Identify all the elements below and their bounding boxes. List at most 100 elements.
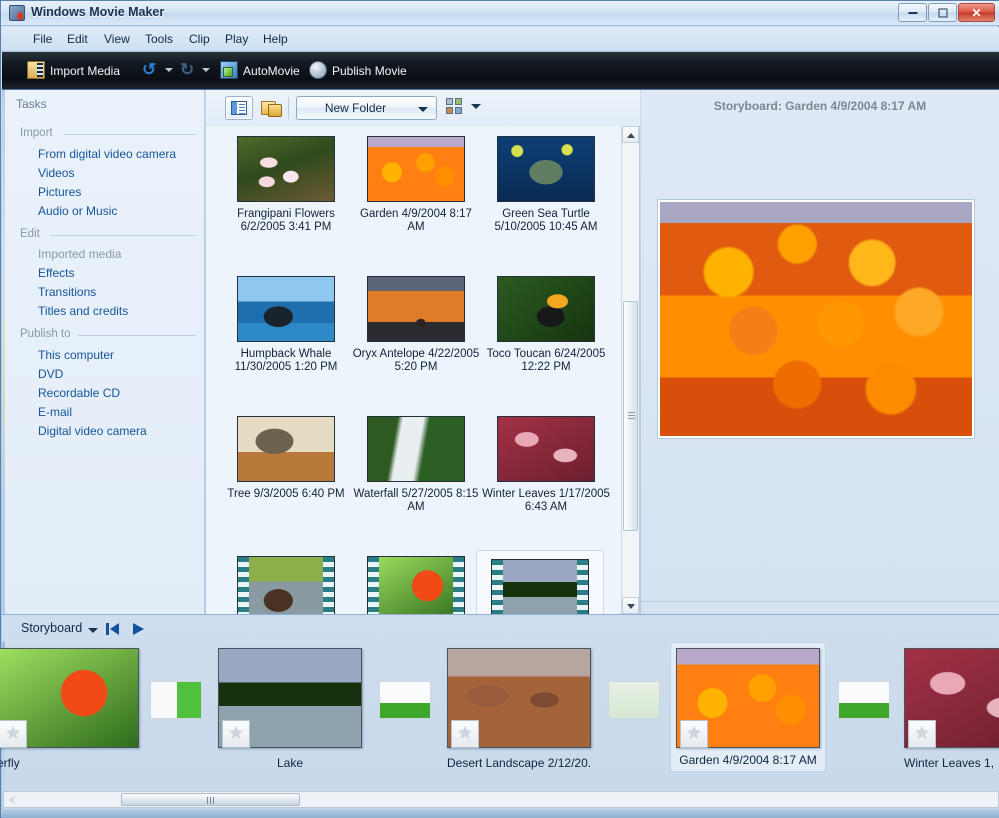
task-audio-or-music[interactable]: Audio or Music — [38, 204, 117, 218]
menu-help[interactable]: Help — [256, 31, 295, 48]
scroll-up-arrow-icon[interactable] — [622, 126, 639, 143]
storyboard-horizontal-scrollbar[interactable] — [3, 791, 999, 808]
media-name: Winter Leaves 1/17/2005 — [482, 488, 610, 500]
menu-view[interactable]: View — [97, 31, 137, 48]
clip-effect-star-icon[interactable]: ★ — [0, 720, 27, 748]
media-item[interactable]: Tree 9/3/2005 6:40 PM — [222, 416, 350, 501]
minimize-button[interactable] — [898, 3, 927, 22]
media-item[interactable] — [222, 556, 350, 614]
import-media-button[interactable]: Import Media — [50, 60, 120, 82]
clip-caption: Desert Landscape 2/12/20... — [447, 756, 591, 770]
media-date: 5/10/2005 10:45 AM — [495, 221, 598, 233]
clip-effect-star-icon[interactable]: ★ — [451, 720, 479, 748]
task-e-mail[interactable]: E-mail — [38, 405, 72, 419]
media-item[interactable]: Humpback Whale11/30/2005 1:20 PM — [222, 276, 350, 374]
publish-movie-button[interactable]: Publish Movie — [332, 60, 407, 82]
thumbnail-wrap — [367, 136, 465, 202]
menu-clip[interactable]: Clip — [182, 31, 217, 48]
view-dropdown-icon[interactable] — [471, 104, 481, 109]
play-storyboard-icon[interactable] — [133, 623, 144, 635]
group-rule-publish — [78, 335, 196, 336]
thumbnail-wrap — [497, 136, 595, 202]
chevron-down-icon[interactable] — [88, 628, 98, 633]
clip-effect-star-icon[interactable]: ★ — [680, 720, 708, 748]
title-bar: Windows Movie Maker ✕ — [1, 1, 999, 26]
media-item[interactable] — [352, 556, 480, 614]
storyboard-transition[interactable] — [150, 681, 202, 719]
close-button[interactable]: ✕ — [958, 3, 995, 22]
thumbnail — [497, 136, 595, 202]
media-item[interactable]: Green Sea Turtle5/10/2005 10:45 AM — [482, 136, 610, 234]
thumbnail-wrap — [237, 136, 335, 202]
thumbnail — [367, 276, 465, 342]
task-pictures[interactable]: Pictures — [38, 185, 81, 199]
maximize-button[interactable] — [928, 3, 957, 22]
new-folder-icon[interactable] — [261, 98, 281, 117]
thumbnail — [367, 416, 465, 482]
scroll-left-arrow-icon[interactable] — [5, 793, 20, 806]
automovie-button[interactable]: AutoMovie — [243, 60, 300, 82]
media-name: Toco Toucan 6/24/2005 — [487, 348, 606, 360]
task-from-digital-video-camera[interactable]: From digital video camera — [38, 147, 176, 161]
film-strip-icon — [27, 61, 45, 79]
window-title: Windows Movie Maker — [31, 5, 164, 19]
preview-title: Storyboard: Garden 4/9/2004 8:17 AM — [641, 99, 999, 113]
task-imported-media[interactable]: Imported media — [38, 247, 121, 261]
media-date: 6/2/2005 3:41 PM — [241, 221, 332, 233]
media-date: AM — [407, 501, 424, 513]
chevron-down-icon — [418, 107, 428, 112]
clip-effect-star-icon[interactable]: ★ — [222, 720, 250, 748]
task-effects[interactable]: Effects — [38, 266, 74, 280]
folder-select[interactable]: New Folder — [296, 96, 437, 120]
storyboard-transition[interactable] — [838, 681, 890, 719]
menu-edit[interactable]: Edit — [60, 31, 95, 48]
view-options-icon[interactable] — [446, 98, 466, 116]
media-item[interactable]: Frangipani Flowers6/2/2005 3:41 PM — [222, 136, 350, 234]
storyboard-transition[interactable] — [379, 681, 431, 719]
task-recordable-cd[interactable]: Recordable CD — [38, 386, 120, 400]
menu-play[interactable]: Play — [218, 31, 255, 48]
undo-arrow-icon[interactable]: ↺ — [142, 62, 156, 78]
media-scrollbar[interactable] — [621, 126, 638, 614]
redo-dropdown-icon[interactable] — [202, 68, 210, 72]
redo-arrow-icon[interactable]: ↻ — [180, 62, 194, 78]
media-caption: Frangipani Flowers6/2/2005 3:41 PM — [222, 208, 350, 234]
task-digital-video-camera[interactable]: Digital video camera — [38, 424, 147, 438]
storyboard-mode-label[interactable]: Storyboard — [21, 621, 82, 635]
thumbnail-wrap — [237, 416, 335, 482]
undo-dropdown-icon[interactable] — [165, 68, 173, 72]
storyboard-transition[interactable] — [608, 681, 660, 719]
app-window: Windows Movie Maker ✕ File Edit View Too… — [0, 0, 999, 818]
media-item[interactable]: Winter Leaves 1/17/20056:43 AM — [482, 416, 610, 514]
scrollbar-thumb[interactable] — [623, 301, 638, 531]
menu-tools[interactable]: Tools — [138, 31, 180, 48]
view-quad-4 — [455, 107, 462, 114]
media-pane: New Folder Frangipani Flowers6/2/2005 3:… — [206, 90, 640, 614]
rewind-to-start-icon[interactable] — [106, 623, 120, 635]
task-dvd[interactable]: DVD — [38, 367, 63, 381]
media-item[interactable]: Waterfall 5/27/2005 8:15AM — [352, 416, 480, 514]
media-caption: Tree 9/3/2005 6:40 PM — [222, 488, 350, 501]
hscrollbar-thumb[interactable] — [121, 793, 300, 806]
scroll-down-arrow-icon[interactable] — [622, 597, 639, 614]
media-caption: Toco Toucan 6/24/200512:22 PM — [482, 348, 610, 374]
task-titles-and-credits[interactable]: Titles and credits — [38, 304, 128, 318]
star-glyph: ★ — [457, 725, 472, 742]
task-pane-toggle-icon[interactable] — [225, 96, 253, 120]
media-caption: Winter Leaves 1/17/20056:43 AM — [482, 488, 610, 514]
task-this-computer[interactable]: This computer — [38, 348, 114, 362]
thumbnail-wrap — [237, 276, 335, 342]
media-item[interactable]: Toco Toucan 6/24/200512:22 PM — [482, 276, 610, 374]
preview-video-surface[interactable] — [658, 200, 974, 438]
media-item[interactable]: Oryx Antelope 4/22/20055:20 PM — [352, 276, 480, 374]
media-item[interactable]: Garden 4/9/2004 8:17AM — [352, 136, 480, 234]
clip-effect-star-icon[interactable]: ★ — [908, 720, 936, 748]
clip-caption: Garden 4/9/2004 8:17 AM — [676, 753, 820, 767]
thumbnail — [237, 556, 335, 614]
task-videos[interactable]: Videos — [38, 166, 74, 180]
storyboard-clip[interactable]: ★ Garden 4/9/2004 8:17 AM — [670, 642, 826, 772]
menu-file[interactable]: File — [26, 31, 59, 48]
task-transitions[interactable]: Transitions — [38, 285, 96, 299]
view-quad-2 — [455, 98, 462, 105]
media-item[interactable] — [476, 550, 604, 614]
